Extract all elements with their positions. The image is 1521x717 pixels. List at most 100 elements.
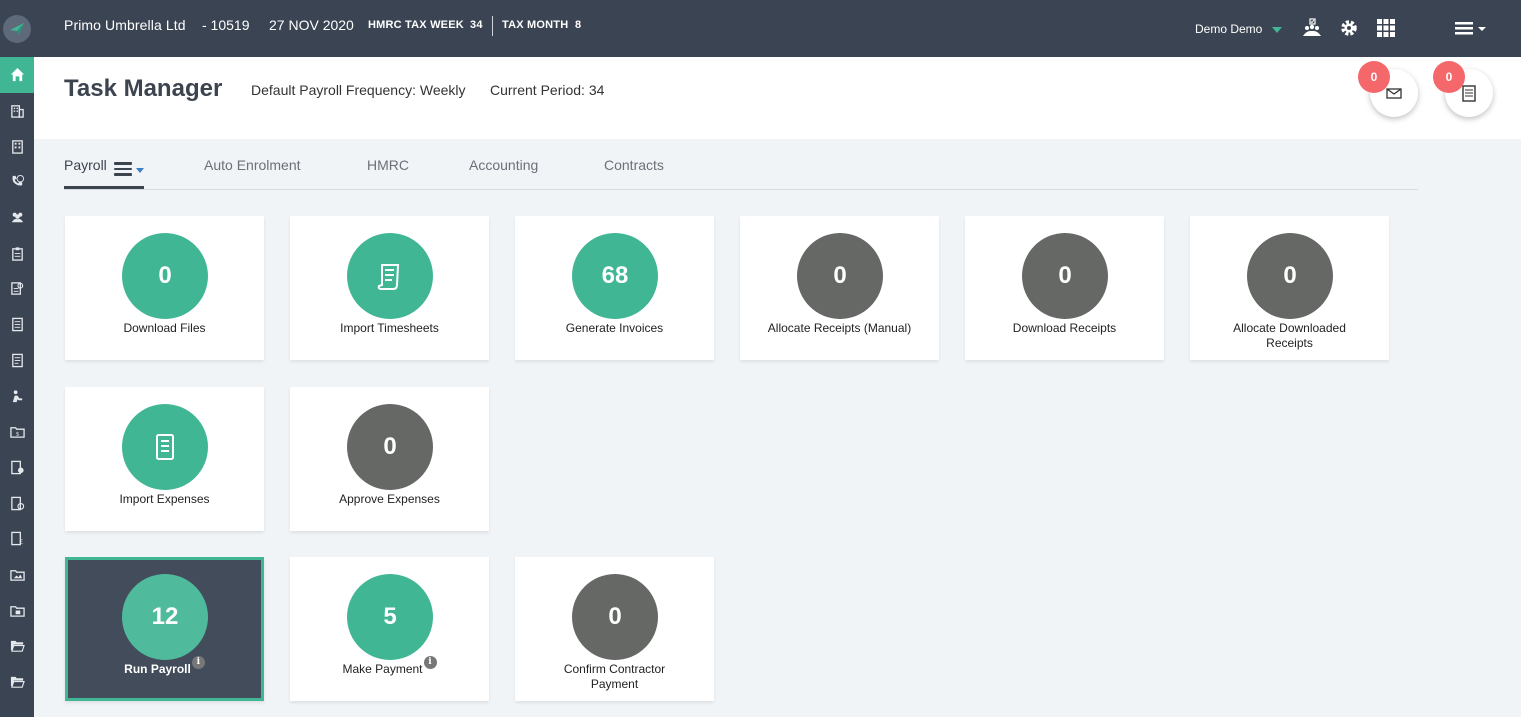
office-icon: [11, 139, 23, 154]
clipboard-icon: [11, 247, 23, 261]
building-icon: [10, 105, 24, 118]
sidebar-workers[interactable]: [0, 378, 34, 414]
page-title: Task Manager: [64, 75, 223, 102]
count-disc: 5: [347, 574, 433, 660]
count-disc: [347, 233, 433, 319]
svg-text:$: $: [15, 432, 19, 438]
company-name: Primo Umbrella Ltd: [64, 17, 186, 33]
sidebar-folder-2[interactable]: [0, 592, 34, 628]
page-header: Task Manager Default Payroll Frequency: …: [34, 57, 1521, 139]
folder-image-icon: [9, 570, 25, 581]
count-disc: 0: [347, 404, 433, 490]
info-icon[interactable]: i: [423, 656, 437, 669]
count-disc: 0: [797, 233, 883, 319]
documents-badge: 0: [1433, 61, 1465, 93]
tab-bar: Payroll Auto Enrolment HMRC Accounting C…: [64, 150, 1418, 190]
svg-text:£: £: [19, 538, 23, 546]
sidebar-home[interactable]: [0, 57, 34, 93]
sidebar-contractors[interactable]: [0, 200, 34, 236]
count-disc: 68: [572, 233, 658, 319]
sidebar-folder-1[interactable]: [0, 557, 34, 593]
task-card-download-files[interactable]: 0 Download Files: [65, 216, 264, 360]
sidebar-tasks[interactable]: [0, 235, 34, 271]
sidebar-invoices[interactable]: [0, 307, 34, 343]
sidebar-timesheets[interactable]: [0, 485, 34, 521]
app-logo[interactable]: [0, 0, 34, 57]
tax-week-label: HMRC TAX WEEK: [368, 19, 464, 31]
sidebar-expenses[interactable]: £: [0, 521, 34, 557]
folder-doc-icon: [9, 605, 25, 617]
task-card-import-timesheets[interactable]: Import Timesheets: [290, 216, 489, 360]
task-label: Run Payroll: [124, 662, 191, 676]
money-document-icon: [10, 460, 24, 475]
envelope-icon: [1386, 88, 1402, 99]
tab-accounting[interactable]: Accounting: [469, 157, 538, 173]
invoice-icon: [11, 317, 23, 332]
sidebar-support[interactable]: [0, 164, 34, 200]
tax-month-value: 8: [575, 19, 582, 31]
task-label: Allocate Receipts (Manual): [767, 321, 912, 335]
count-disc: 0: [572, 574, 658, 660]
task-card-allocate-receipts-manual[interactable]: 0 Allocate Receipts (Manual): [740, 216, 939, 360]
task-card-confirm-contractor-payment[interactable]: 0 Confirm Contractor Payment: [515, 557, 714, 701]
main-menu-icon[interactable]: [1453, 17, 1493, 39]
money-folder-icon: $: [9, 427, 25, 438]
top-bar: Primo Umbrella Ltd - 10519 27 NOV 2020 H…: [34, 0, 1521, 57]
sidebar-reports[interactable]: [0, 271, 34, 307]
company-code: - 10519: [202, 17, 250, 33]
chevron-down-icon[interactable]: [1272, 27, 1282, 33]
tax-week-value: 34: [470, 19, 483, 31]
current-period: Current Period: 34: [490, 82, 605, 98]
team-icon[interactable]: [1301, 17, 1323, 39]
sidebar-payments[interactable]: $: [0, 414, 34, 450]
task-card-allocate-downloaded-receipts[interactable]: 0 Allocate Downloaded Receipts: [1190, 216, 1389, 360]
apps-grid-icon[interactable]: [1375, 17, 1397, 39]
tab-contracts[interactable]: Contracts: [604, 157, 664, 173]
task-card-approve-expenses[interactable]: 0 Approve Expenses: [290, 387, 489, 531]
count-disc: 0: [1022, 233, 1108, 319]
task-card-make-payment[interactable]: 5 Make Payment i: [290, 557, 489, 701]
sidebar-folder-4[interactable]: [0, 664, 34, 700]
info-icon[interactable]: i: [191, 656, 205, 669]
task-card-generate-invoices[interactable]: 68 Generate Invoices: [515, 216, 714, 360]
sidebar-agencies[interactable]: [0, 128, 34, 164]
sidebar-companies[interactable]: [0, 93, 34, 129]
task-label: Confirm Contractor Payment: [563, 662, 666, 691]
count-disc: [122, 404, 208, 490]
expense-icon: £: [10, 532, 23, 546]
user-menu[interactable]: Demo Demo: [1195, 22, 1262, 36]
task-label: Download Receipts: [1012, 321, 1117, 335]
logo-icon: [3, 14, 31, 43]
timesheet-scroll-icon: [377, 264, 400, 290]
open-folder-icon: [10, 676, 25, 688]
sidebar-money-docs[interactable]: [0, 450, 34, 486]
task-label: Download Files: [123, 321, 206, 335]
task-card-import-expenses[interactable]: Import Expenses: [65, 387, 264, 531]
worker-icon: [12, 389, 22, 402]
task-label-row: Make Payment i: [300, 656, 479, 677]
home-icon: [10, 68, 24, 82]
task-card-download-receipts[interactable]: 0 Download Receipts: [965, 216, 1164, 360]
chevron-down-icon[interactable]: [136, 168, 144, 173]
sidebar-documents[interactable]: [0, 343, 34, 379]
tab-auto-enrolment[interactable]: Auto Enrolment: [204, 157, 301, 173]
task-label: Allocate Downloaded Receipts: [1233, 321, 1346, 350]
count-disc: 0: [1247, 233, 1333, 319]
task-label: Import Expenses: [119, 492, 210, 506]
task-label: Import Timesheets: [340, 321, 439, 335]
sidebar-folder-3[interactable]: [0, 628, 34, 664]
gear-icon[interactable]: [1338, 17, 1360, 39]
topbar-divider: [492, 16, 493, 36]
task-label-row: Run Payroll i: [78, 656, 251, 677]
left-sidebar: $ £: [0, 0, 34, 717]
payroll-frequency: Default Payroll Frequency: Weekly: [251, 82, 466, 98]
document-search-icon: [10, 282, 23, 296]
count-disc: 12: [122, 574, 208, 660]
task-label: Approve Expenses: [339, 492, 440, 506]
task-card-run-payroll[interactable]: 12 Run Payroll i: [65, 557, 264, 701]
hamburger-icon[interactable]: [114, 162, 134, 176]
tab-payroll[interactable]: Payroll: [64, 157, 107, 173]
task-label: Generate Invoices: [565, 321, 664, 335]
list-document-icon: [11, 353, 23, 368]
tab-hmrc[interactable]: HMRC: [367, 157, 409, 173]
